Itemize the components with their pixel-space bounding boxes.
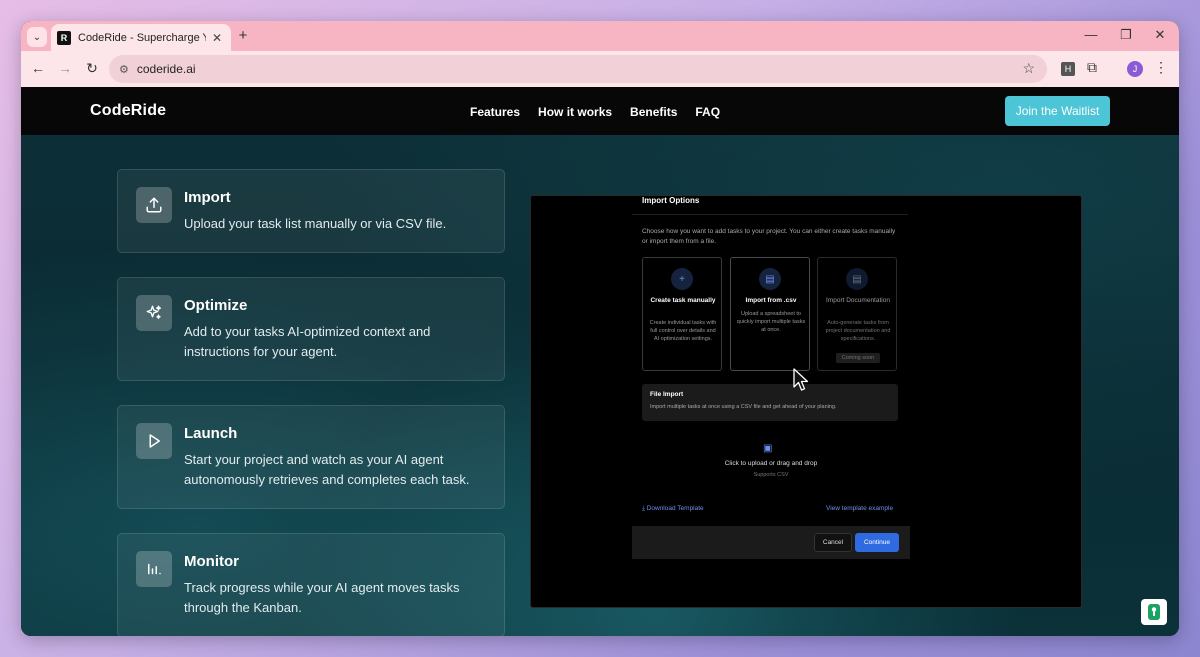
dialog-footer: Cancel Continue <box>632 526 910 559</box>
tab-strip: ⌄ R CodeRide - Supercharge Your AI ✕ + —… <box>21 21 1179 51</box>
feature-card-monitor: Monitor Track progress while your AI age… <box>117 533 505 636</box>
feature-desc: Add to your tasks AI-optimized context a… <box>184 324 431 359</box>
browser-toolbar: ← → ↻ ⚙ coderide.ai ☆ H ⧉ J ⋮ <box>21 51 1179 87</box>
mouse-cursor-icon <box>793 368 809 397</box>
option-desc: Create individual tasks with full contro… <box>649 320 717 342</box>
option-create-manually[interactable]: + Create task manually Create individual… <box>642 257 722 371</box>
feature-title: Launch <box>184 425 238 442</box>
nav-faq[interactable]: FAQ <box>695 105 720 119</box>
option-desc: Auto-generate tasks from project documen… <box>825 320 891 342</box>
option-import-docs: ▤ Import Documentation Auto-generate tas… <box>817 257 897 371</box>
import-dialog-preview: Import Options Choose how you want to ad… <box>530 195 1082 608</box>
site-logo[interactable]: CodeRide <box>90 102 166 120</box>
site-info-icon[interactable]: ⚙ <box>119 63 129 76</box>
back-icon[interactable]: ← <box>29 60 47 76</box>
feature-title: Optimize <box>184 297 248 314</box>
file-upload-icon[interactable]: ▣ <box>763 443 772 454</box>
page-content: CodeRide Features How it works Benefits … <box>21 87 1179 636</box>
favicon-icon: R <box>57 30 71 45</box>
address-bar[interactable]: ⚙ coderide.ai ☆ <box>109 55 1047 83</box>
option-title: Import Documentation <box>826 297 890 304</box>
dialog-divider <box>632 214 908 215</box>
option-import-csv[interactable]: ▤ Import from .csv Upload a spreadsheet … <box>730 257 810 371</box>
cancel-button[interactable]: Cancel <box>814 533 852 552</box>
close-window-icon[interactable]: ✕ <box>1150 27 1170 43</box>
file-import-desc: Import multiple tasks at once using a CS… <box>650 404 837 410</box>
menu-dots-icon[interactable]: ⋮ <box>1154 59 1168 76</box>
option-title: Import from .csv <box>745 297 797 304</box>
browser-window: ⌄ R CodeRide - Supercharge Your AI ✕ + —… <box>21 21 1179 636</box>
file-import-title: File Import <box>650 391 684 398</box>
feature-card-optimize: Optimize Add to your tasks AI-optimized … <box>117 277 505 381</box>
sparkles-icon <box>136 295 172 331</box>
bar-chart-icon <box>136 551 172 587</box>
profile-avatar[interactable]: J <box>1127 61 1143 77</box>
file-icon: ▤ <box>759 268 781 290</box>
feature-desc: Upload your task list manually or via CS… <box>184 216 447 231</box>
feature-desc: Track progress while your AI agent moves… <box>184 580 460 615</box>
nav-features[interactable]: Features <box>470 105 520 119</box>
tab-search-icon[interactable]: ⌄ <box>27 27 47 47</box>
close-tab-icon[interactable]: ✕ <box>212 31 222 45</box>
join-waitlist-button[interactable]: Join the Waitlist <box>1005 96 1110 126</box>
extensions-puzzle-icon[interactable]: ⧉ <box>1087 59 1097 76</box>
feature-title: Monitor <box>184 553 239 570</box>
reload-icon[interactable]: ↻ <box>83 60 101 77</box>
feature-card-launch: Launch Start your project and watch as y… <box>117 405 505 509</box>
forward-icon[interactable]: → <box>56 60 74 76</box>
new-tab-icon[interactable]: + <box>234 27 252 44</box>
browser-tab[interactable]: R CodeRide - Supercharge Your AI ✕ <box>51 24 231 51</box>
password-manager-icon[interactable] <box>1141 599 1167 625</box>
download-template-label: Download Template <box>646 505 704 512</box>
site-header: CodeRide Features How it works Benefits … <box>21 87 1179 135</box>
site-nav: Features How it works Benefits FAQ <box>470 105 720 119</box>
view-template-example-link[interactable]: View template example <box>826 505 893 512</box>
dialog-title: Import Options <box>642 196 700 205</box>
coming-soon-badge: Coming soon <box>836 353 880 363</box>
play-icon <box>136 423 172 459</box>
download-template-link[interactable]: ⤓ Download Template <box>642 505 704 513</box>
upload-supports-text: Supports CSV <box>753 472 789 478</box>
url-text: coderide.ai <box>136 62 196 76</box>
feature-desc: Start your project and watch as your AI … <box>184 452 470 487</box>
upload-icon <box>136 187 172 223</box>
minimize-icon[interactable]: — <box>1081 27 1101 42</box>
extension-h-icon[interactable]: H <box>1061 62 1075 76</box>
nav-benefits[interactable]: Benefits <box>630 105 677 119</box>
document-icon: ▤ <box>846 268 868 290</box>
restore-icon[interactable]: ❐ <box>1116 27 1136 43</box>
tab-title: CodeRide - Supercharge Your AI <box>78 31 206 44</box>
option-title: Create task manually <box>650 297 716 304</box>
continue-button[interactable]: Continue <box>855 533 899 552</box>
upload-dropzone-text[interactable]: Click to upload or drag and drop <box>691 460 851 467</box>
feature-card-import: Import Upload your task list manually or… <box>117 169 505 253</box>
nav-how-it-works[interactable]: How it works <box>538 105 612 119</box>
plus-icon: + <box>671 268 693 290</box>
feature-title: Import <box>184 189 231 206</box>
file-import-section: File Import Import multiple tasks at onc… <box>642 384 898 421</box>
bookmark-star-icon[interactable]: ☆ <box>1022 60 1035 77</box>
dialog-description: Choose how you want to add tasks to your… <box>642 228 896 245</box>
option-desc: Upload a spreadsheet to quickly import m… <box>736 311 806 333</box>
